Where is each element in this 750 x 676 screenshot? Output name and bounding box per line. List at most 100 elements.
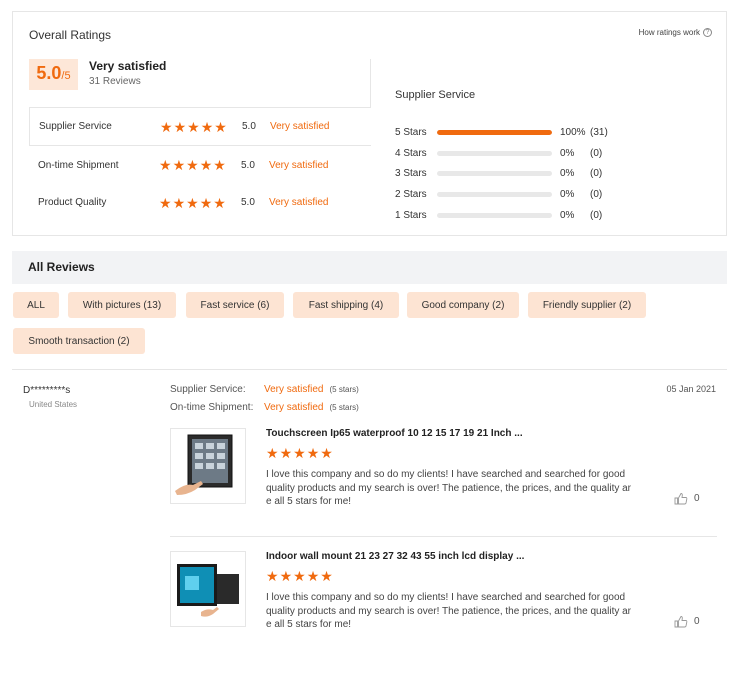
overall-satisfaction: Very satisfied	[89, 59, 167, 73]
product-thumbnail[interactable]	[170, 551, 246, 627]
filter-good-company[interactable]: Good company (2)	[407, 292, 519, 318]
distribution-label: 2 Stars	[395, 188, 427, 200]
star-icon: ★	[173, 118, 187, 135]
reviewed-product: Touchscreen Ip65 waterproof 10 12 15 17 …	[170, 428, 716, 528]
filter-fast-service[interactable]: Fast service (6)	[186, 292, 284, 318]
star-rating: ★ ★ ★ ★ ★	[159, 158, 241, 172]
category-value: 5.0	[242, 121, 256, 132]
product-title[interactable]: Indoor wall mount 21 23 27 32 43 55 inch…	[266, 551, 524, 562]
star-icon: ★	[266, 445, 279, 461]
distribution-count: (31)	[590, 126, 608, 138]
supplier-service-title: Supplier Service	[395, 89, 476, 101]
overall-review-count: 31 Reviews	[89, 76, 141, 87]
distribution-count: (0)	[590, 147, 603, 159]
rating-note: (5 stars)	[329, 403, 359, 412]
distribution-label: 4 Stars	[395, 147, 427, 159]
star-icon: ★	[293, 568, 306, 584]
overall-score-badge: 5.0 /5	[29, 59, 78, 90]
distribution-row-1: 1 Stars 0% (0)	[395, 205, 655, 226]
review-text: I love this company and so do my clients…	[266, 469, 632, 507]
distribution-percent: 0%	[560, 209, 575, 221]
distribution-percent: 100%	[560, 126, 586, 138]
distribution-bar	[437, 171, 552, 177]
filter-smooth-transaction[interactable]: Smooth transaction (2)	[13, 328, 145, 354]
star-icon: ★	[172, 157, 186, 173]
category-label: On-time Shipment	[38, 159, 119, 171]
overall-ratings-title: Overall Ratings	[29, 28, 112, 42]
overall-score: 5.0	[36, 63, 62, 83]
star-icon: ★	[187, 118, 200, 135]
star-icon: ★	[266, 568, 279, 584]
distribution-percent: 0%	[560, 147, 575, 159]
star-icon: ★	[159, 194, 172, 211]
distribution-row-3: 3 Stars 0% (0)	[395, 163, 655, 184]
distribution-bar	[437, 150, 552, 156]
reviewed-product: Indoor wall mount 21 23 27 32 43 55 inch…	[170, 551, 716, 651]
star-rating: ★ ★ ★ ★ ★	[160, 120, 242, 134]
how-ratings-work-link[interactable]: How ratings work ?	[639, 28, 712, 37]
thumbs-up-icon	[674, 493, 688, 505]
like-count: 0	[694, 616, 700, 627]
distribution-label: 1 Stars	[395, 209, 427, 221]
rating-key: On-time Shipment:	[170, 402, 254, 413]
filter-friendly-supplier[interactable]: Friendly supplier (2)	[528, 292, 646, 318]
thumbs-up-icon	[674, 616, 688, 628]
star-icon: ★	[213, 194, 226, 211]
divider	[170, 536, 717, 537]
distribution-label: 5 Stars	[395, 126, 427, 138]
how-ratings-work-label: How ratings work	[638, 28, 700, 37]
review-rating-on-time-shipment: On-time Shipment: Very satisfied (5 star…	[170, 402, 359, 413]
distribution-row-5: 5 Stars 100% (31)	[395, 122, 655, 143]
distribution-label: 3 Stars	[395, 168, 427, 180]
reviewer-country: United States	[29, 400, 78, 409]
category-word: Very satisfied	[269, 159, 329, 171]
category-label: Product Quality	[38, 197, 107, 208]
star-icon: ★	[200, 118, 214, 135]
wall-mount-display-image	[177, 564, 239, 617]
star-icon: ★	[320, 568, 333, 584]
filter-with-pictures[interactable]: With pictures (13)	[68, 292, 176, 318]
distribution-row-4: 4 Stars 0% (0)	[395, 143, 655, 164]
star-icon: ★	[159, 157, 172, 173]
product-title[interactable]: Touchscreen Ip65 waterproof 10 12 15 17 …	[266, 428, 523, 439]
review-text: I love this company and so do my clients…	[266, 592, 632, 630]
distribution-percent: 0%	[560, 168, 575, 180]
star-icon: ★	[186, 194, 199, 211]
distribution-count: (0)	[590, 168, 603, 180]
star-icon: ★	[213, 157, 226, 173]
like-button[interactable]: 0	[674, 615, 700, 628]
distribution-row-2: 2 Stars 0% (0)	[395, 184, 655, 205]
overall-score-suffix: /5	[61, 70, 71, 82]
distribution-percent: 0%	[560, 188, 575, 200]
distribution-bar	[437, 129, 552, 135]
star-rating: ★ ★ ★ ★ ★	[159, 196, 241, 210]
product-star-rating: ★ ★ ★ ★ ★	[266, 446, 333, 460]
product-star-rating: ★ ★ ★ ★ ★	[266, 569, 333, 583]
star-icon: ★	[160, 118, 173, 135]
category-value: 5.0	[241, 159, 255, 171]
product-thumbnail[interactable]	[170, 428, 246, 504]
star-distribution: 5 Stars 100% (31) 4 Stars 0% (0) 3 Stars…	[395, 122, 655, 225]
category-label: Supplier Service	[39, 121, 112, 132]
all-reviews-header: All Reviews	[12, 251, 727, 284]
distribution-bar	[437, 191, 552, 197]
like-button[interactable]: 0	[674, 492, 700, 505]
filter-all[interactable]: ALL	[13, 292, 59, 318]
star-icon: ★	[306, 568, 320, 584]
distribution-bar-fill	[437, 129, 552, 135]
touchscreen-monitor-image	[175, 434, 233, 495]
category-ratings: Supplier Service ★ ★ ★ ★ ★ 5.0 Very satisfie…	[29, 107, 371, 223]
category-row-on-time-shipment: On-time Shipment ★ ★ ★ ★ ★ 5.0 Very satisfie…	[29, 145, 371, 184]
star-icon: ★	[279, 445, 293, 461]
star-icon: ★	[199, 194, 213, 211]
star-icon: ★	[172, 194, 186, 211]
help-icon: ?	[703, 28, 712, 37]
overall-ratings-panel: Overall Ratings How ratings work ? 5.0 /…	[12, 11, 727, 236]
category-word: Very satisfied	[269, 197, 329, 208]
star-icon: ★	[306, 445, 320, 461]
filter-fast-shipping[interactable]: Fast shipping (4)	[293, 292, 399, 318]
star-icon: ★	[186, 157, 199, 173]
category-word: Very satisfied	[270, 121, 330, 132]
star-icon: ★	[320, 445, 333, 461]
review-date: 05 Jan 2021	[666, 384, 716, 394]
